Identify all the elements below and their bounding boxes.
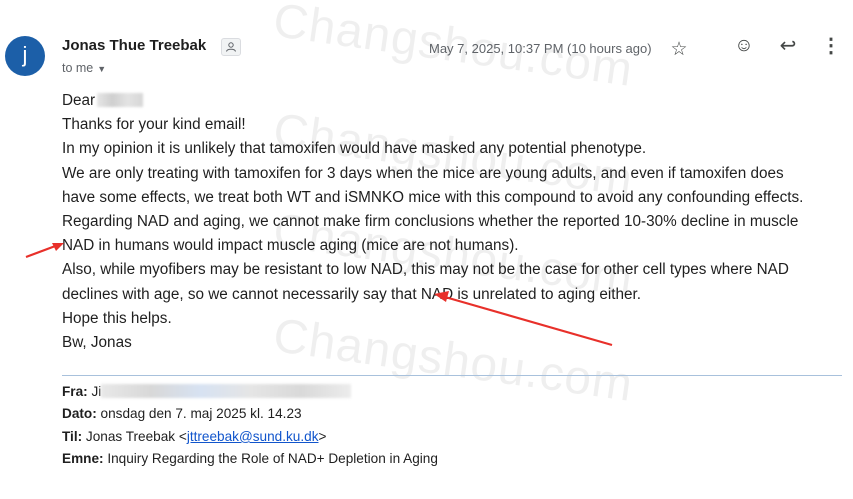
greeting-line: Dear	[62, 89, 847, 113]
quoted-header: Fra: Ji Dato: onsdag den 7. maj 2025 kl.…	[62, 381, 438, 471]
more-options-icon[interactable]: ⋮	[820, 36, 842, 56]
person-icon[interactable]	[221, 38, 241, 56]
body-line: NAD in humans would impact muscle aging …	[62, 237, 519, 255]
star-icon[interactable]: ☆	[668, 40, 690, 60]
subject-label: Emne:	[62, 451, 104, 467]
to-label: Til:	[62, 428, 83, 444]
body-line: Also, while myofibers may be resistant t…	[62, 261, 789, 279]
date-label: Dato:	[62, 406, 97, 422]
from-value: Ji	[91, 384, 102, 399]
redacted-email	[101, 384, 352, 398]
chevron-down-icon[interactable]: ▼	[97, 64, 106, 74]
message-date: May 7, 2025, 10:37 PM (10 hours ago)	[429, 41, 652, 56]
redacted-name	[97, 93, 144, 107]
reply-icon[interactable]: ↩	[777, 36, 799, 56]
body-line: Thanks for your kind email!	[62, 116, 246, 134]
signature: Bw, Jonas	[62, 334, 132, 352]
to-label: to me	[62, 61, 94, 75]
sender-name[interactable]: Jonas Thue Treebak	[62, 37, 206, 54]
to-name: Jonas Treebak <	[85, 428, 187, 444]
from-label: Fra:	[62, 384, 88, 399]
annotation-arrow-left	[25, 243, 64, 259]
subject-value: Inquiry Regarding the Role of NAD+ Deple…	[107, 451, 438, 467]
date-value: onsdag den 7. maj 2025 kl. 14.23	[100, 406, 302, 422]
body-line: In my opinion it is unlikely that tamoxi…	[62, 140, 647, 158]
quoted-from: Fra: Ji	[62, 381, 438, 403]
body-line: Regarding NAD and aging, we cannot make …	[62, 213, 799, 231]
to-close: >	[318, 428, 327, 444]
message-body: Dear Thanks for your kind email! In my o…	[62, 89, 847, 355]
quoted-to: Til: Jonas Treebak <jttreebak@sund.ku.dk…	[62, 426, 438, 448]
quote-divider	[62, 375, 842, 376]
body-line: have some effects, we treat both WT and …	[62, 188, 804, 206]
greeting: Dear	[62, 92, 96, 109]
quoted-subject: Emne: Inquiry Regarding the Role of NAD+…	[62, 448, 438, 470]
email-link[interactable]: jttreebak@sund.ku.dk	[187, 429, 319, 444]
body-line: Hope this helps.	[62, 309, 172, 327]
emoji-reaction-icon[interactable]: ☺	[733, 36, 755, 56]
body-line: We are only treating with tamoxifen for …	[62, 164, 784, 182]
body-line: declines with age, so we cannot necessar…	[62, 285, 642, 303]
recipient-details-toggle[interactable]: to me ▼	[62, 61, 106, 75]
sender-avatar[interactable]: j	[5, 36, 45, 76]
quoted-date: Dato: onsdag den 7. maj 2025 kl. 14.23	[62, 403, 438, 425]
